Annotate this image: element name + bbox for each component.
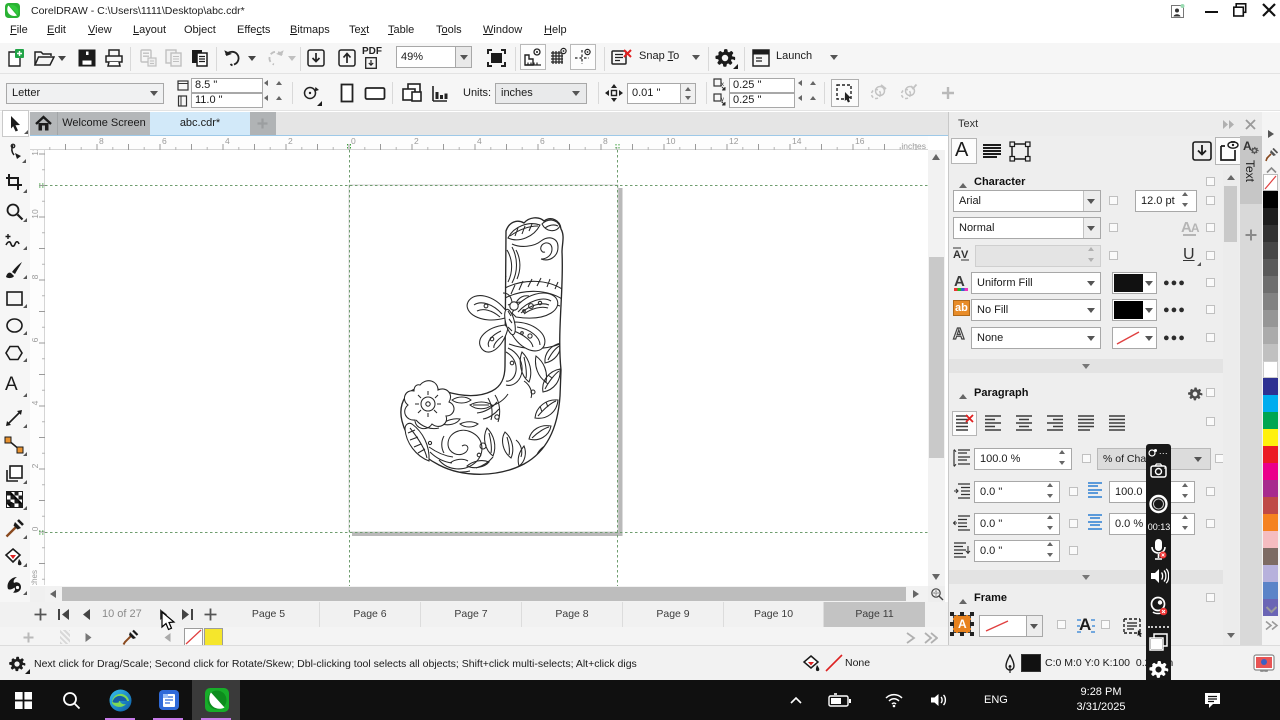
svg-text:14: 14: [792, 136, 802, 146]
svg-text:2: 2: [30, 463, 40, 468]
svg-text:6: 6: [30, 337, 40, 342]
svg-text:8: 8: [603, 136, 608, 146]
svg-text:6: 6: [540, 136, 545, 146]
svg-text:x: x: [721, 82, 724, 88]
svg-text:4: 4: [30, 400, 40, 405]
svg-text:10: 10: [30, 209, 40, 219]
svg-text:8: 8: [99, 136, 104, 146]
svg-text:y: y: [721, 97, 724, 103]
svg-text:4: 4: [225, 136, 230, 146]
svg-text:6: 6: [162, 136, 167, 146]
svg-text:2: 2: [288, 136, 293, 146]
svg-text:V: V: [961, 249, 969, 261]
svg-text:0: 0: [30, 526, 40, 531]
svg-text:16: 16: [855, 136, 865, 146]
svg-text:2: 2: [414, 136, 419, 146]
svg-text:inches: inches: [30, 570, 39, 585]
svg-text:10: 10: [666, 136, 676, 146]
svg-text:4: 4: [477, 136, 482, 146]
svg-text:12: 12: [729, 136, 739, 146]
svg-text:0: 0: [351, 136, 356, 146]
svg-text:inches: inches: [901, 141, 926, 150]
svg-text:A: A: [953, 249, 961, 261]
svg-text:8: 8: [30, 274, 40, 279]
svg-text:12: 12: [30, 150, 40, 156]
